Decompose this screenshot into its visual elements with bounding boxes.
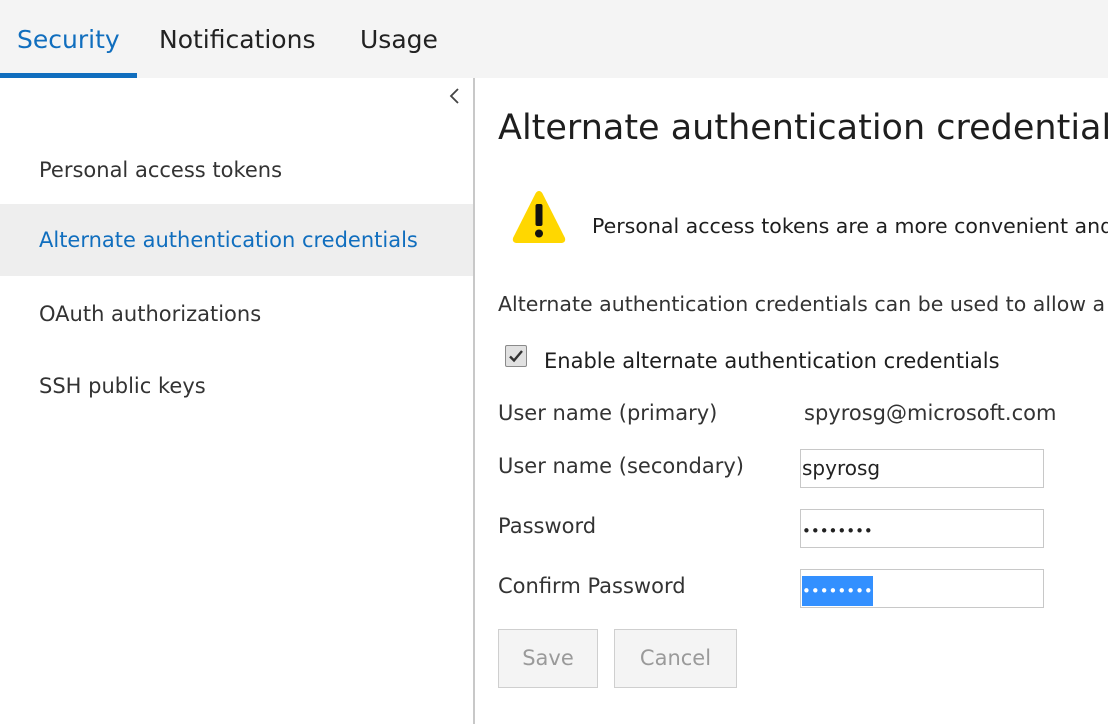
sidebar-item-alternate-authentication-credentials[interactable]: Alternate authentication credentials [0,204,473,276]
top-tab-bar: Security Notifications Usage [0,0,1108,78]
warning-message: Personal access tokens are a more conven… [592,214,1108,238]
primary-username-value: spyrosg@microsoft.com [804,401,1057,425]
page-title: Alternate authentication credentials [498,108,1108,148]
confirm-password-value: •••••••• [802,576,873,606]
primary-username-label: User name (primary) [498,401,718,425]
secondary-username-input[interactable]: spyrosg [800,449,1044,488]
confirm-password-label: Confirm Password [498,574,686,598]
password-input[interactable]: •••••••• [800,509,1044,548]
description-text: Alternate authentication credentials can… [498,292,1106,316]
enable-credentials-label[interactable]: Enable alternate authentication credenti… [544,349,1000,373]
tab-security[interactable]: Security [17,0,120,78]
confirm-password-input[interactable]: •••••••• [800,569,1044,608]
warning-triangle-icon [510,188,568,246]
tab-usage[interactable]: Usage [360,0,438,78]
password-label: Password [498,514,597,538]
enable-credentials-checkbox[interactable] [505,345,527,367]
password-value: •••••••• [802,522,873,540]
main-content: Alternate authentication credentials Per… [498,78,1108,724]
secondary-username-label: User name (secondary) [498,454,744,478]
chevron-left-icon[interactable] [446,86,464,108]
cancel-button[interactable]: Cancel [614,629,737,688]
sidebar-item-personal-access-tokens[interactable]: Personal access tokens [0,134,473,206]
tab-notifications[interactable]: Notifications [159,0,315,78]
save-button[interactable]: Save [498,629,598,688]
sidebar: Personal access tokens Alternate authent… [0,78,475,724]
sidebar-item-oauth-authorizations[interactable]: OAuth authorizations [0,278,473,350]
sidebar-item-ssh-public-keys[interactable]: SSH public keys [0,350,473,422]
